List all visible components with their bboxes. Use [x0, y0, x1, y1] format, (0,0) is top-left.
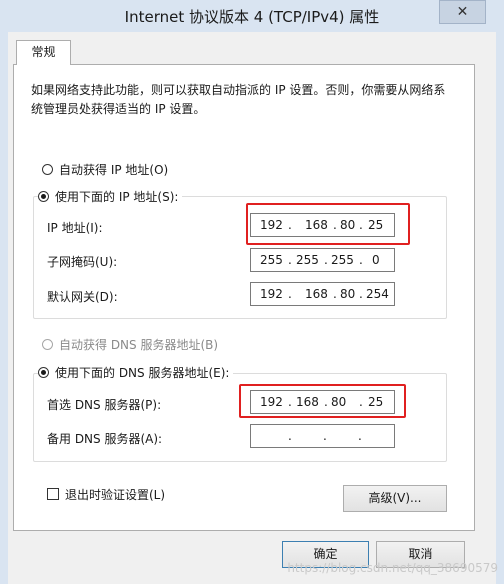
title-bar[interactable]: Internet 协议版本 4 (TCP/IPv4) 属性 ✕: [0, 0, 504, 32]
alternate-dns-input[interactable]: . . .: [250, 424, 395, 448]
radio-circle-selected: [38, 190, 49, 202]
preferred-dns-highlight: [239, 384, 406, 418]
gateway-label: 默认网关(D):: [47, 290, 118, 304]
gateway-octet-2: 168: [305, 287, 328, 301]
ip-manual-radio[interactable]: 使用下面的 IP 地址(S):: [38, 187, 183, 205]
dns-auto-label: 自动获得 DNS 服务器地址(B): [59, 337, 219, 352]
ip-address-highlight: [246, 203, 410, 245]
radio-circle-disabled: [42, 338, 53, 350]
mask-octet-2: 255: [296, 253, 319, 267]
subnet-mask-label: 子网掩码(U):: [47, 255, 118, 269]
validate-settings-checkbox[interactable]: 退出时验证设置(L): [47, 485, 170, 503]
ip-auto-label: 自动获得 IP 地址(O): [59, 162, 169, 177]
dialog-window: Internet 协议版本 4 (TCP/IPv4) 属性 ✕ 常规 如果网络支…: [0, 0, 504, 584]
preferred-dns-label: 首选 DNS 服务器(P):: [47, 398, 162, 412]
window-title: Internet 协议版本 4 (TCP/IPv4) 属性: [124, 8, 380, 26]
gateway-input[interactable]: 192 . 168 . 80 . 254: [250, 282, 395, 306]
mask-octet-4: 0: [372, 253, 380, 267]
gateway-octet-1: 192: [260, 287, 283, 301]
ip-auto-radio[interactable]: 自动获得 IP 地址(O): [42, 160, 173, 178]
watermark-text: https://blog.csdn.net/qq_38690579: [287, 561, 498, 575]
gateway-octet-4: 254: [366, 287, 389, 301]
ip-manual-label: 使用下面的 IP 地址(S):: [55, 189, 179, 204]
checkbox-box: [47, 488, 59, 500]
close-icon: ✕: [456, 4, 469, 20]
close-button[interactable]: ✕: [439, 0, 486, 24]
subnet-mask-input[interactable]: 255 . 255 . 255 . 0: [250, 248, 395, 272]
validate-settings-label: 退出时验证设置(L): [65, 487, 166, 502]
dns-auto-radio: 自动获得 DNS 服务器地址(B): [42, 335, 223, 353]
radio-circle-selected: [38, 366, 49, 378]
description-text: 如果网络支持此功能，则可以获取自动指派的 IP 设置。否则，你需要从网络系统管理…: [31, 83, 446, 116]
gateway-octet-3: 80: [340, 287, 356, 301]
tab-general[interactable]: 常规: [16, 40, 71, 65]
advanced-button[interactable]: 高级(V)...: [343, 485, 447, 512]
alternate-dns-label: 备用 DNS 服务器(A):: [47, 432, 163, 446]
dns-manual-label: 使用下面的 DNS 服务器地址(E):: [55, 365, 230, 380]
mask-octet-3: 255: [331, 253, 354, 267]
mask-octet-1: 255: [260, 253, 283, 267]
radio-circle: [42, 163, 53, 175]
dns-manual-radio[interactable]: 使用下面的 DNS 服务器地址(E):: [38, 363, 234, 381]
ip-address-label: IP 地址(I):: [47, 221, 103, 235]
